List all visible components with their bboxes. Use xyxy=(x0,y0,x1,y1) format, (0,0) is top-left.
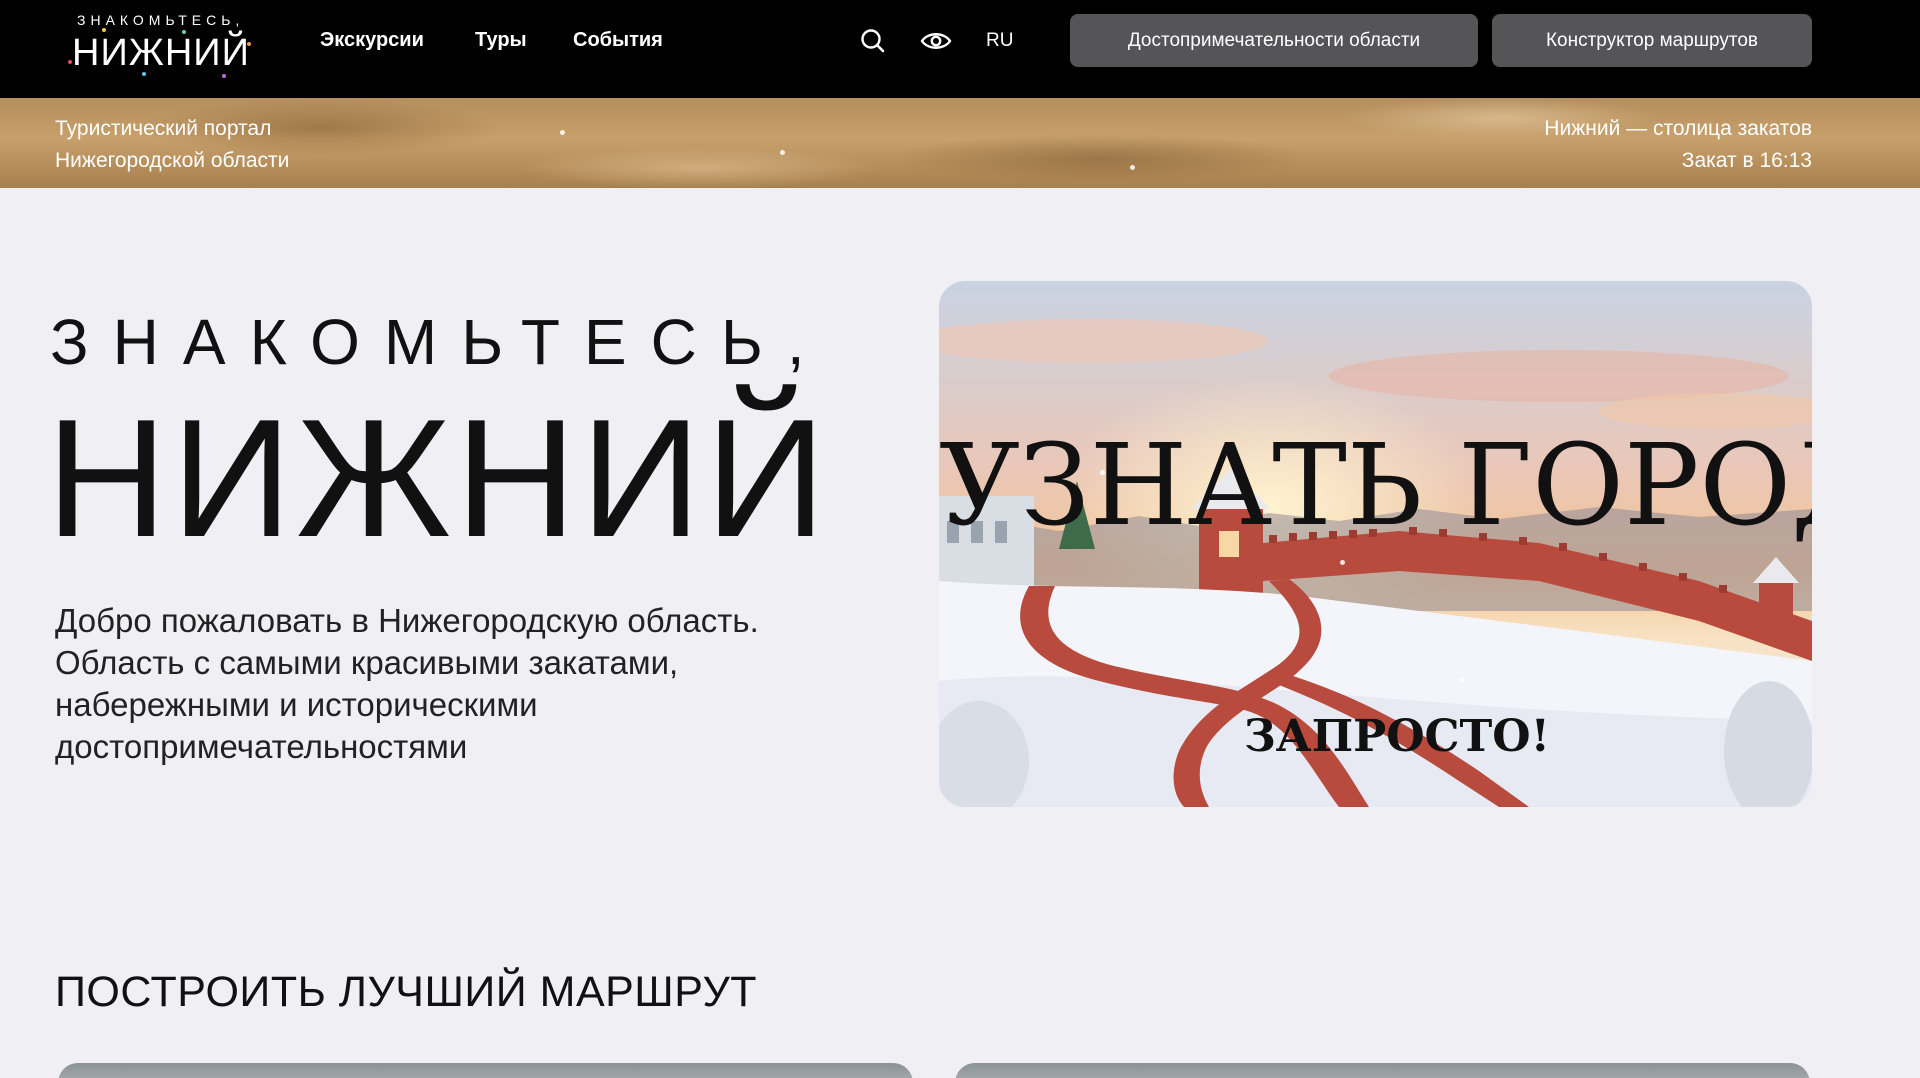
banner-title: УЗНАТЬ ГОРОД? xyxy=(939,421,1812,551)
logo-title: НИЖНИЙ xyxy=(72,32,250,74)
best-route-heading: ПОСТРОИТЬ ЛУЧШИЙ МАРШРУТ xyxy=(55,968,758,1016)
logo-light-decoration xyxy=(142,72,146,76)
search-icon[interactable] xyxy=(858,26,888,56)
portal-caption: Туристический портал Нижегородской облас… xyxy=(55,113,289,177)
logo-light-decoration xyxy=(102,28,106,32)
hero-description: Добро пожаловать в Нижегородскую область… xyxy=(55,602,759,765)
banner-subtitle: ЗАПРОСТО! xyxy=(1244,711,1550,762)
nav-excursions[interactable]: Экскурсии xyxy=(320,29,424,52)
logo-light-decoration xyxy=(182,30,186,34)
top-navigation-bar: ЗНАКОМЬТЕСЬ, НИЖНИЙ Экскурсии Туры Событ… xyxy=(0,0,1920,98)
eye-icon[interactable] xyxy=(920,26,952,56)
route-card[interactable] xyxy=(58,1063,913,1078)
route-card[interactable] xyxy=(955,1063,1810,1078)
language-switcher[interactable]: RU xyxy=(986,30,1013,52)
route-constructor-button[interactable]: Конструктор маршрутов xyxy=(1492,14,1812,67)
sunset-time: Закат в 16:13 xyxy=(1681,149,1812,172)
portal-caption-line2: Нижегородской области xyxy=(55,149,290,172)
logo-light-decoration xyxy=(68,60,72,64)
site-logo[interactable]: ЗНАКОМЬТЕСЬ, НИЖНИЙ xyxy=(62,10,262,80)
sunset-slogan: Нижний — столица закатов xyxy=(1544,117,1812,140)
nav-tours[interactable]: Туры xyxy=(475,29,527,52)
logo-tagline: ЗНАКОМЬТЕСЬ, xyxy=(77,12,245,28)
sunset-info-strip: Туристический портал Нижегородской облас… xyxy=(0,98,1920,188)
hero-title-big: НИЖНИЙ xyxy=(46,384,831,572)
nav-events[interactable]: События xyxy=(573,29,663,52)
logo-light-decoration xyxy=(222,74,226,78)
hero-title-top: ЗНАКОМЬТЕСЬ, xyxy=(50,306,829,378)
promo-banner[interactable]: УЗНАТЬ ГОРОД? ЗАПРОСТО! xyxy=(939,281,1812,807)
logo-light-decoration xyxy=(247,42,251,46)
attractions-button[interactable]: Достопримечательности области xyxy=(1070,14,1478,67)
portal-caption-line1: Туристический портал xyxy=(55,117,272,140)
sunset-caption: Нижний — столица закатов Закат в 16:13 xyxy=(1544,113,1812,177)
